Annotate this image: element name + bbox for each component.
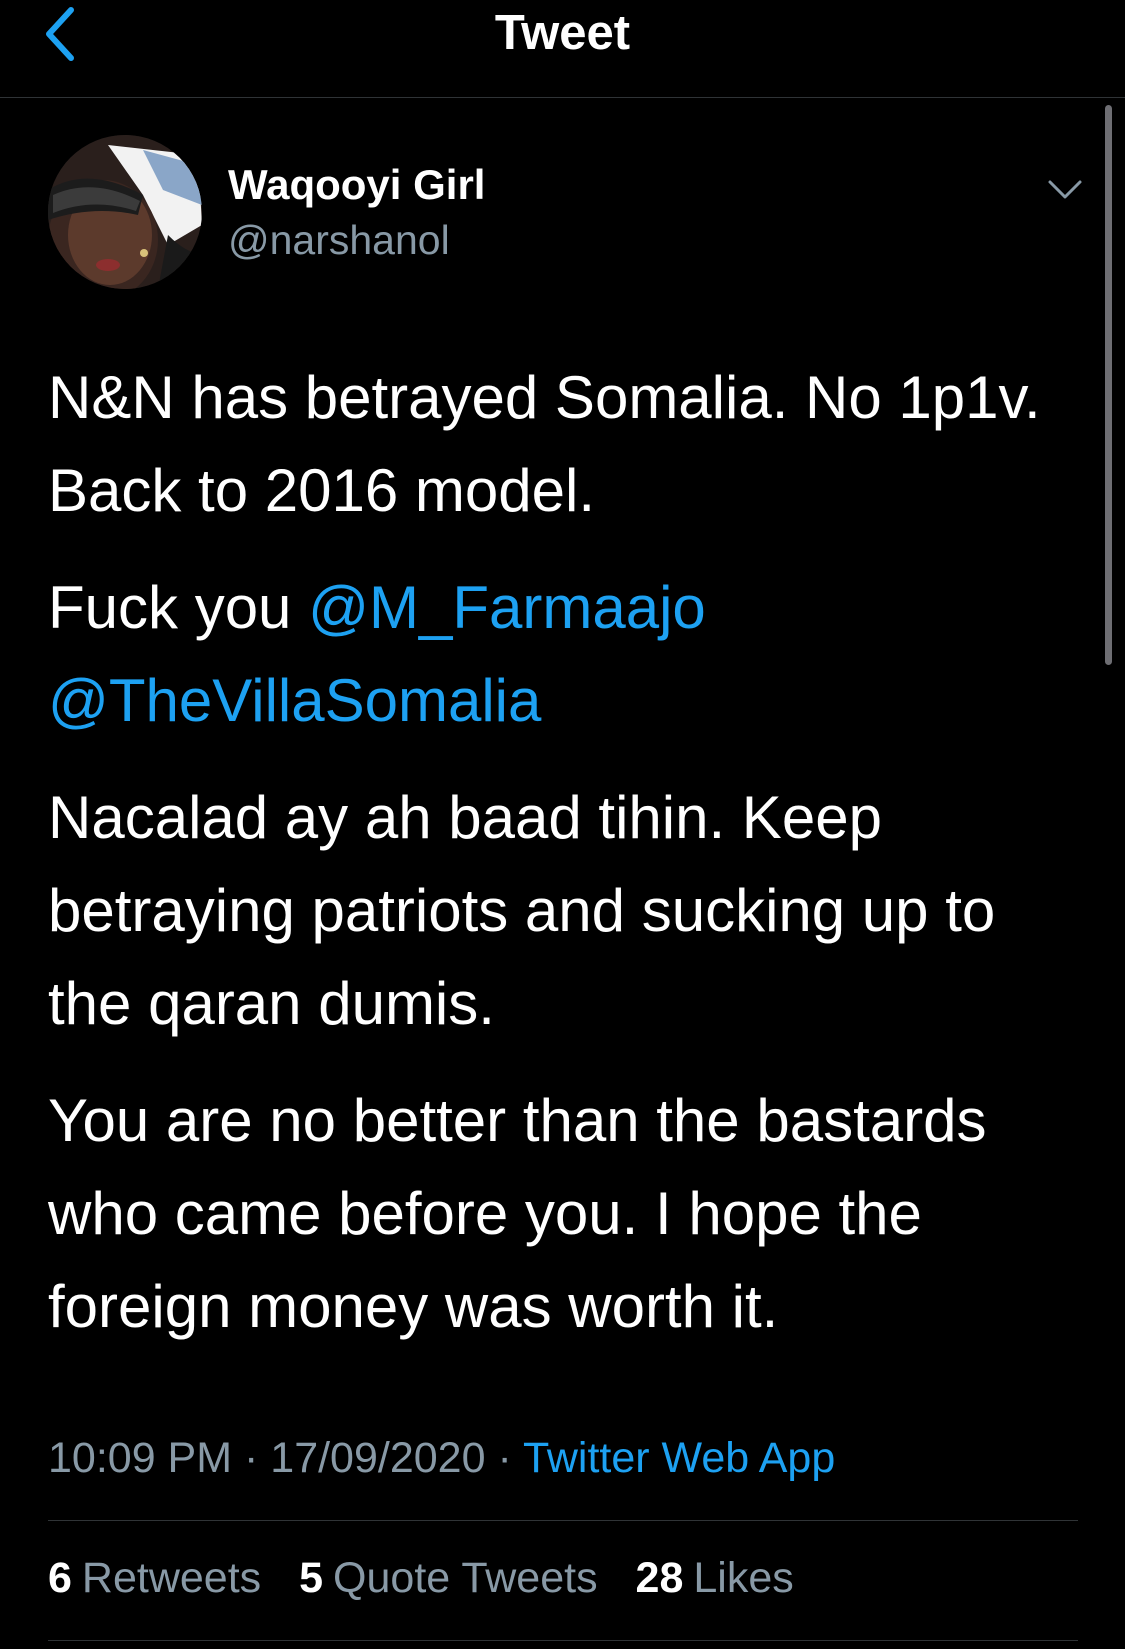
top-nav-bar: Tweet (0, 0, 1125, 98)
avatar[interactable] (48, 135, 202, 289)
tweet-paragraph: Fuck you @M_Farmaajo @TheVillaSomalia (48, 561, 1078, 747)
source-app-link[interactable]: Twitter Web App (523, 1434, 835, 1482)
quote-tweets-label: Quote Tweets (333, 1554, 598, 1602)
display-name[interactable]: Waqooyi Girl (228, 160, 485, 210)
scrollbar[interactable] (1105, 105, 1112, 665)
retweets-label: Retweets (81, 1554, 262, 1602)
avatar-illustration (48, 135, 202, 289)
chevron-down-icon (1048, 180, 1082, 199)
user-handle[interactable]: @narshanol (228, 215, 450, 265)
divider (48, 1640, 1078, 1641)
tweet-meta: 10:09 PM · 17/09/2020 · Twitter Web App (48, 1430, 835, 1486)
likes-count: 28 (635, 1554, 684, 1602)
mention-link[interactable]: @TheVillaSomalia (48, 667, 541, 734)
tweet-paragraph: You are no better than the bastards who … (48, 1087, 987, 1340)
mention-link[interactable]: @M_Farmaajo (308, 574, 706, 641)
divider (48, 1520, 1078, 1521)
tweet-text-fragment: Fuck you (48, 574, 309, 641)
more-options-button[interactable] (1040, 170, 1090, 210)
likes-label: Likes (693, 1554, 794, 1602)
tweet-time[interactable]: 10:09 PM (48, 1434, 232, 1482)
page-title: Tweet (494, 6, 631, 60)
tweet-date[interactable]: 17/09/2020 (270, 1434, 485, 1482)
tweet-text: N&N has betrayed Somalia. No 1p1v. Back … (48, 351, 1078, 1377)
likes-stat[interactable]: 28 Likes (636, 1550, 794, 1606)
tweet-paragraph: N&N has betrayed Somalia. No 1p1v. Back … (48, 364, 1041, 524)
retweets-count: 6 (48, 1554, 72, 1602)
quote-tweets-count: 5 (299, 1554, 324, 1602)
tweet-paragraph: Nacalad ay ah baad tihin. Keep betraying… (48, 784, 996, 1037)
meta-separator: · (485, 1434, 523, 1482)
retweets-stat[interactable]: 6 Retweets (48, 1550, 261, 1606)
meta-separator: · (232, 1434, 271, 1482)
engagement-stats: 6 Retweets 5 Quote Tweets 28 Likes (48, 1550, 820, 1606)
quote-tweets-stat[interactable]: 5 Quote Tweets (299, 1550, 597, 1606)
